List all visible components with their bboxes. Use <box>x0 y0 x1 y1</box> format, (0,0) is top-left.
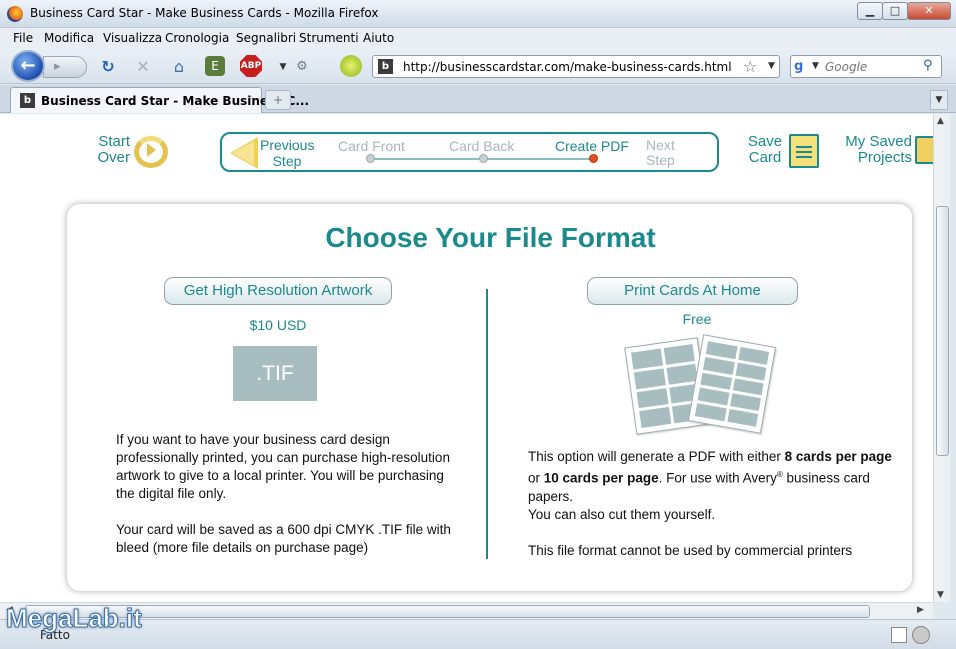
folder-icon[interactable] <box>915 136 933 164</box>
hires-description: If you want to have your business card d… <box>116 431 456 575</box>
tab-bar: b Business Card Star - Make Business C..… <box>0 85 956 113</box>
navigation-toolbar: ▸ ← ↻ ✕ ⌂ E ABP ▼ ⚙ b http://businesscar… <box>0 48 956 84</box>
vertical-scrollbar[interactable]: ▲ ▼ <box>933 114 950 602</box>
forward-button[interactable]: ▸ <box>43 56 87 78</box>
my-saved-projects-link[interactable]: My Saved Projects <box>838 134 912 166</box>
addon-status-icon[interactable] <box>912 626 930 644</box>
start-over-icon[interactable] <box>134 136 168 168</box>
tab-favicon-icon: b <box>20 93 35 108</box>
maximize-button[interactable]: □ <box>882 2 908 20</box>
search-icon[interactable]: ⚲ <box>923 58 933 73</box>
window-titlebar: Business Card Star - Make Business Cards… <box>0 0 956 28</box>
vertical-scroll-thumb[interactable] <box>936 206 949 456</box>
column-divider <box>486 289 488 559</box>
save-card-link[interactable]: Save Card <box>744 134 786 166</box>
tif-file-icon: .TIF <box>233 346 317 401</box>
get-high-resolution-button[interactable]: Get High Resolution Artwork <box>164 277 392 305</box>
home-paragraph-3: This file format cannot be used by comme… <box>528 542 853 558</box>
menu-visualizza[interactable]: Visualizza <box>103 31 162 45</box>
previous-step-link[interactable]: Previous Step <box>260 137 314 169</box>
menu-strumenti[interactable]: Strumenti <box>299 31 359 45</box>
page-title: Choose Your File Format <box>325 222 656 253</box>
scroll-down-icon[interactable]: ▼ <box>937 590 944 600</box>
hires-paragraph-1: If you want to have your business card d… <box>116 432 450 501</box>
home-icon[interactable]: ⌂ <box>169 57 189 77</box>
menu-modifica[interactable]: Modifica <box>44 31 94 45</box>
extension-tool-icon[interactable]: ⚙ <box>292 57 312 77</box>
bookmark-star-icon[interactable]: ☆ <box>743 57 757 76</box>
tab-business-card-star[interactable]: b Business Card Star - Make Business C..… <box>10 87 309 113</box>
reload-icon[interactable]: ↻ <box>98 57 118 77</box>
home-paragraph-1: This option will generate a PDF with eit… <box>528 449 892 504</box>
hires-paragraph-2: Your card will be saved as a 600 dpi CMY… <box>116 522 451 555</box>
previous-arrow-icon[interactable] <box>230 137 258 169</box>
search-input[interactable] <box>825 58 921 75</box>
scroll-up-icon[interactable]: ▲ <box>937 116 944 126</box>
home-paragraph-2: You can also cut them yourself. <box>528 506 716 522</box>
file-format-panel: Choose Your File Format Get High Resolut… <box>66 203 913 592</box>
back-button[interactable]: ← <box>11 50 45 82</box>
menu-file[interactable]: File <box>13 31 33 45</box>
search-engine-dropdown-icon[interactable]: ▼ <box>812 61 819 71</box>
step-dot-create-pdf-active[interactable] <box>589 154 598 163</box>
url-dropdown-icon[interactable]: ▼ <box>768 61 775 71</box>
menu-cronologia[interactable]: Cronologia <box>165 31 229 45</box>
close-button[interactable]: ✕ <box>907 2 951 20</box>
horizontal-scroll-thumb[interactable] <box>25 605 870 618</box>
url-text[interactable]: http://businesscardstar.com/make-busines… <box>403 60 732 74</box>
step-wizard: Previous Step Card Front Card Back Creat… <box>220 132 719 172</box>
minimize-button[interactable]: ▁ <box>857 2 883 20</box>
popup-blocker-icon[interactable] <box>891 627 907 643</box>
adblock-dropdown-icon[interactable]: ▼ <box>273 57 293 77</box>
menu-segnalibri[interactable]: Segnalibri <box>236 31 296 45</box>
save-card-icon[interactable] <box>789 134 819 168</box>
home-description: This option will generate a PDF with eit… <box>528 448 898 560</box>
step-dot-card-front[interactable] <box>366 154 375 163</box>
next-step-link: Next Step <box>646 137 675 168</box>
page-viewport: Start Over Previous Step Card Front Card… <box>0 114 933 602</box>
home-price: Free <box>682 311 712 327</box>
google-engine-icon[interactable]: g <box>794 59 810 75</box>
start-over-link[interactable]: Start Over <box>88 134 130 166</box>
status-bar: Fatto <box>0 619 956 649</box>
search-bar[interactable]: g ▼ ⚲ <box>790 55 942 78</box>
print-at-home-button[interactable]: Print Cards At Home <box>587 277 798 305</box>
step-card-front[interactable]: Card Front <box>338 138 405 154</box>
megalab-watermark: MegaLab.it <box>6 603 143 634</box>
menu-aiuto[interactable]: Aiuto <box>363 31 394 45</box>
menu-bar: File Modifica Visualizza Cronologia Segn… <box>0 28 956 48</box>
evernote-icon[interactable]: E <box>205 56 225 76</box>
window-title: Business Card Star - Make Business Cards… <box>30 6 379 20</box>
step-create-pdf[interactable]: Create PDF <box>555 138 629 154</box>
card-sheet-10-icon <box>687 334 777 434</box>
adblock-plus-icon[interactable]: ABP <box>240 55 262 77</box>
scroll-right-icon[interactable]: ▶ <box>917 605 924 615</box>
url-bar[interactable]: b http://businesscardstar.com/make-busin… <box>372 55 780 78</box>
firefox-icon <box>7 6 23 22</box>
hires-price: $10 USD <box>249 317 307 333</box>
step-dot-card-back[interactable] <box>479 154 488 163</box>
tab-list-dropdown-icon[interactable]: ▼ <box>930 90 948 110</box>
addon-icon[interactable] <box>340 55 362 77</box>
step-card-back[interactable]: Card Back <box>449 138 514 154</box>
site-favicon-icon: b <box>378 59 393 74</box>
stop-icon[interactable]: ✕ <box>133 57 153 77</box>
new-tab-button[interactable]: + <box>265 90 291 110</box>
